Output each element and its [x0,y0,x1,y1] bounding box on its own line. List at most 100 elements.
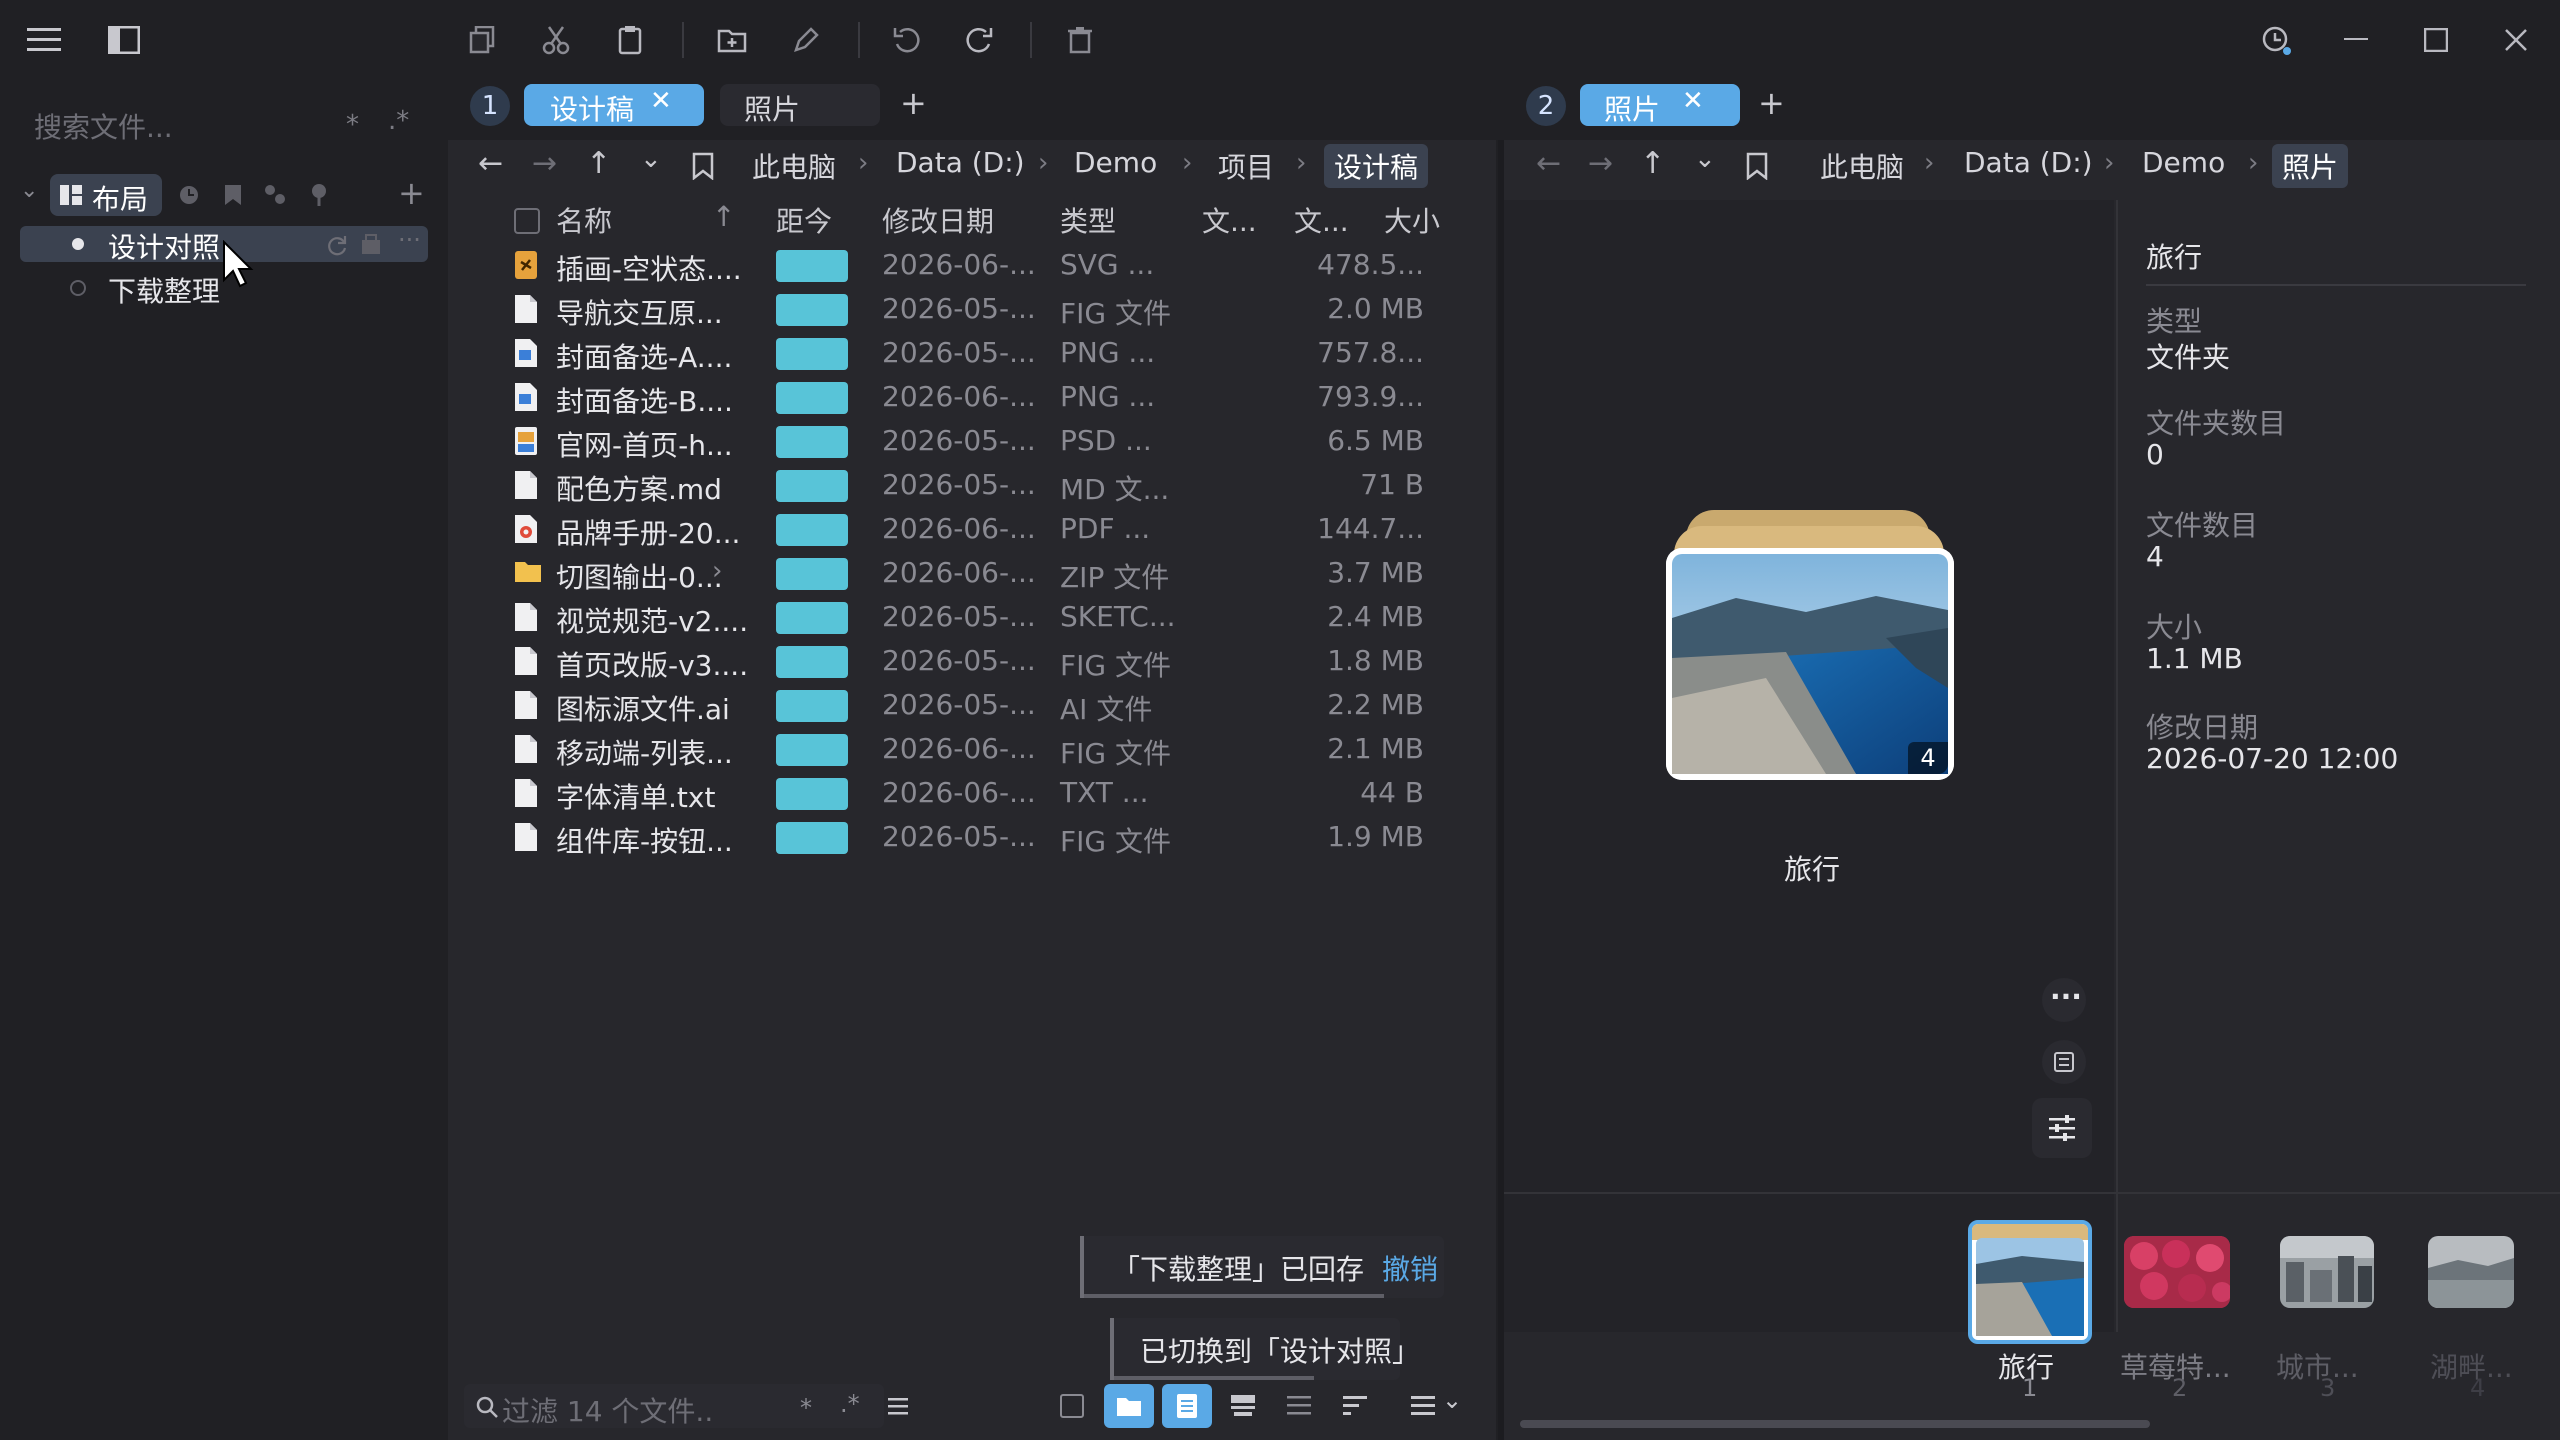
file-row[interactable]: 字体清单.txt 2026-06-... TXT ... 44 B [448,772,1488,816]
column-header-extra-1[interactable]: 文... [1202,200,1257,240]
pane-splitter[interactable] [1498,140,1504,1440]
column-header-name[interactable]: 名称 [556,200,612,240]
recent-clock-icon[interactable] [174,180,204,210]
breadcrumb-item[interactable]: 项目 [1218,146,1274,186]
hamburger-menu-icon[interactable] [22,20,66,60]
view-menu-chevron-icon[interactable]: ⌄ [1442,1386,1462,1414]
filter-regex-toggle[interactable]: .* [840,1390,860,1418]
breadcrumb-item[interactable]: 此电脑 [752,146,836,186]
column-header-age[interactable]: 距今 [776,200,832,240]
bookmark-icon[interactable] [218,180,248,210]
adjust-settings-button[interactable] [2032,1098,2092,1158]
sidebar-item-download-organize[interactable]: 下载整理 [20,270,428,308]
copy-icon[interactable] [462,20,502,60]
select-all-checkbox[interactable] [514,208,540,234]
thumbnail-strawberry[interactable] [2124,1236,2230,1308]
filter-options-icon[interactable] [886,1394,910,1418]
delete-trash-icon[interactable] [1060,20,1100,60]
minimize-icon[interactable] [2336,20,2376,60]
add-tab-button[interactable]: + [1758,84,1785,122]
file-row[interactable]: 组件库-按钮... 2026-05-... FIG 文件 1.9 MB [448,816,1488,860]
file-row[interactable]: 封面备选-A.... 2026-05-... PNG ... 757.8... [448,332,1488,376]
history-dropdown-icon[interactable]: ⌄ [1694,144,1716,174]
breadcrumb-item[interactable]: Demo [1074,146,1157,179]
group-view-icon[interactable] [1230,1394,1256,1418]
breadcrumb-item[interactable]: Data (D:) [1964,146,2093,179]
checkbox-mode-icon[interactable] [1060,1394,1084,1418]
column-header-extra-2[interactable]: 文... [1294,200,1349,240]
file-row[interactable]: 视觉规范-v2.... 2026-05-... SKETC... 2.4 MB [448,596,1488,640]
thumbnail-lakeside[interactable] [2428,1236,2514,1308]
rename-pencil-icon[interactable] [786,20,826,60]
forward-arrow-icon[interactable]: → [532,146,557,181]
file-row[interactable]: 图标源文件.ai 2026-05-... AI 文件 2.2 MB [448,684,1488,728]
new-folder-icon[interactable] [712,20,752,60]
filter-input[interactable]: 过滤 14 个文件.. * .* [464,1384,884,1428]
filter-wildcard-toggle[interactable]: * [800,1394,812,1422]
tab-photos[interactable]: 照片 [720,84,880,126]
breadcrumb-item[interactable]: 此电脑 [1820,146,1904,186]
save-icon[interactable] [360,234,382,256]
toggle-sidebar-icon[interactable] [104,20,144,60]
horizontal-scrollbar[interactable] [1520,1420,2150,1428]
paste-icon[interactable] [610,20,650,60]
column-header-size[interactable]: 大小 [1384,200,1440,240]
file-row[interactable]: 封面备选-B.... 2026-06-... PNG ... 793.9... [448,376,1488,420]
file-row[interactable]: 导航交互原... 2026-05-... FIG 文件 2.0 MB [448,288,1488,332]
sort-icon[interactable] [1342,1394,1368,1418]
info-list-button[interactable] [2042,1040,2086,1084]
thumbnail-city[interactable] [2280,1236,2374,1308]
file-row[interactable]: 首页改版-v3.... 2026-05-... FIG 文件 1.8 MB [448,640,1488,684]
details-view-toggle[interactable] [1162,1384,1212,1428]
history-dropdown-icon[interactable]: ⌄ [640,144,662,174]
refresh-icon[interactable] [326,234,348,256]
breadcrumb-item[interactable]: Demo [2142,146,2225,179]
pin-icon[interactable] [304,180,334,210]
column-header-type[interactable]: 类型 [1060,200,1116,240]
thumbnail-travel[interactable] [1968,1220,2092,1344]
tags-icon[interactable] [260,180,290,210]
file-row[interactable]: 配色方案.md 2026-05-... MD 文... 71 B [448,464,1488,508]
file-row[interactable]: 移动端-列表... 2026-06-... FIG 文件 2.1 MB [448,728,1488,772]
bookmark-icon[interactable] [692,152,714,180]
collapse-chevron-icon[interactable]: ⌄ [20,178,38,203]
file-row[interactable]: 官网-首页-h... 2026-05-... PSD ... 6.5 MB [448,420,1488,464]
file-row[interactable]: 切图输出-0... 2026-06-... ZIP 文件 3.7 MB › [448,552,1488,596]
expand-chevron-icon[interactable]: › [712,556,722,586]
undo-icon[interactable] [886,20,926,60]
maximize-icon[interactable] [2416,20,2456,60]
tab-photos-right[interactable]: 照片 ✕ [1580,84,1740,126]
back-arrow-icon[interactable]: ← [1536,146,1561,181]
sort-ascending-icon[interactable]: ↑ [712,200,735,233]
sidebar-search-input[interactable]: 搜索文件... [34,106,173,146]
search-wildcard-toggle[interactable]: * [346,110,359,140]
back-arrow-icon[interactable]: ← [478,146,503,181]
up-arrow-icon[interactable]: ↑ [586,146,611,181]
list-view-icon[interactable] [1286,1394,1312,1418]
close-window-icon[interactable] [2496,20,2536,60]
add-tab-button[interactable]: + [900,84,927,122]
layout-group-button[interactable]: 布局 [50,174,162,216]
close-tab-icon[interactable]: ✕ [650,86,672,116]
breadcrumb-current[interactable]: 照片 [2272,144,2349,188]
up-arrow-icon[interactable]: ↑ [1640,146,1665,181]
search-regex-toggle[interactable]: .* [388,106,409,136]
close-tab-icon[interactable]: ✕ [1682,86,1704,116]
tab-design-drafts[interactable]: 设计稿 ✕ [524,84,704,126]
history-icon[interactable] [2256,20,2296,60]
forward-arrow-icon[interactable]: → [1588,146,1613,181]
view-menu-icon[interactable] [1410,1394,1436,1418]
breadcrumb-item[interactable]: Data (D:) [896,146,1025,179]
breadcrumb-current[interactable]: 设计稿 [1324,144,1429,188]
cut-icon[interactable] [536,20,576,60]
file-row[interactable]: 品牌手册-20... 2026-06-... PDF ... 144.7... [448,508,1488,552]
undo-button[interactable]: 撤销 [1382,1248,1438,1288]
redo-icon[interactable] [960,20,1000,60]
column-header-modified[interactable]: 修改日期 [882,200,994,240]
file-row[interactable]: 插画-空状态.... 2026-06-... SVG ... 478.5... [448,244,1488,288]
more-actions-button[interactable]: ··· [2042,978,2086,1022]
bookmark-icon[interactable] [1746,152,1768,180]
add-layout-button[interactable]: + [398,174,425,212]
folders-first-toggle[interactable] [1104,1384,1154,1428]
more-options-icon[interactable]: ··· [398,226,421,254]
